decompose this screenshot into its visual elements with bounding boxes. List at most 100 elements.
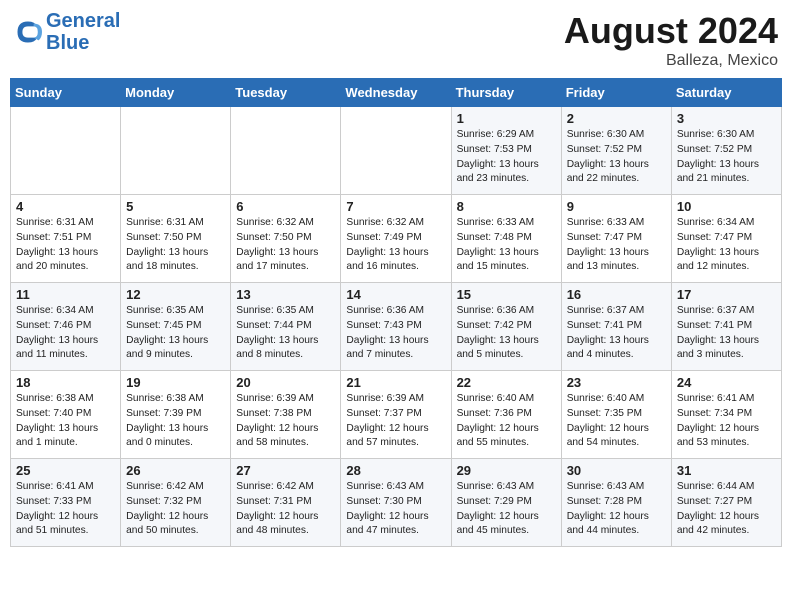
calendar-cell: 4Sunrise: 6:31 AM Sunset: 7:51 PM Daylig…: [11, 195, 121, 283]
week-row-2: 4Sunrise: 6:31 AM Sunset: 7:51 PM Daylig…: [11, 195, 782, 283]
header-cell-sunday: Sunday: [11, 79, 121, 107]
month-year-title: August 2024: [564, 10, 778, 52]
day-info: Sunrise: 6:37 AM Sunset: 7:41 PM Dayligh…: [567, 304, 666, 363]
day-number: 16: [567, 287, 666, 302]
day-info: Sunrise: 6:40 AM Sunset: 7:35 PM Dayligh…: [567, 392, 666, 451]
day-info: Sunrise: 6:30 AM Sunset: 7:52 PM Dayligh…: [677, 128, 776, 187]
day-info: Sunrise: 6:32 AM Sunset: 7:50 PM Dayligh…: [236, 216, 335, 275]
calendar-cell: 13 Sunrise: 6:35 AM Sunset: 7:44 PM Dayli…: [231, 283, 341, 371]
week-row-5: 25 Sunrise: 6:41 AM Sunset: 7:33 PM Dayli…: [11, 459, 782, 547]
calendar-cell: 11 Sunrise: 6:34 AM Sunset: 7:46 PM Dayli…: [11, 283, 121, 371]
calendar-cell: 29Sunrise: 6:43 AM Sunset: 7:29 PM Dayli…: [451, 459, 561, 547]
calendar-cell: 17 Sunrise: 6:37 AM Sunset: 7:41 PM Dayli…: [671, 283, 781, 371]
day-number: 3: [677, 111, 776, 126]
day-number: 17: [677, 287, 776, 302]
calendar-cell: 2 Sunrise: 6:30 AM Sunset: 7:52 PM Daylig…: [561, 107, 671, 195]
calendar-cell: 10Sunrise: 6:34 AM Sunset: 7:47 PM Dayli…: [671, 195, 781, 283]
calendar-cell: 22 Sunrise: 6:40 AM Sunset: 7:36 PM Dayli…: [451, 371, 561, 459]
calendar-cell: 6 Sunrise: 6:32 AM Sunset: 7:50 PM Daylig…: [231, 195, 341, 283]
week-row-3: 11 Sunrise: 6:34 AM Sunset: 7:46 PM Dayli…: [11, 283, 782, 371]
calendar-cell: 25 Sunrise: 6:41 AM Sunset: 7:33 PM Dayli…: [11, 459, 121, 547]
calendar-cell: 14Sunrise: 6:36 AM Sunset: 7:43 PM Dayli…: [341, 283, 451, 371]
calendar-cell: [341, 107, 451, 195]
day-info: Sunrise: 6:34 AM Sunset: 7:46 PM Dayligh…: [16, 304, 115, 363]
day-info: Sunrise: 6:32 AM Sunset: 7:49 PM Dayligh…: [346, 216, 445, 275]
day-number: 7: [346, 199, 445, 214]
header-row: SundayMondayTuesdayWednesdayThursdayFrid…: [11, 79, 782, 107]
week-row-4: 18Sunrise: 6:38 AM Sunset: 7:40 PM Dayli…: [11, 371, 782, 459]
calendar-cell: 12Sunrise: 6:35 AM Sunset: 7:45 PM Dayli…: [121, 283, 231, 371]
calendar-table: SundayMondayTuesdayWednesdayThursdayFrid…: [10, 78, 782, 547]
day-info: Sunrise: 6:43 AM Sunset: 7:29 PM Dayligh…: [457, 480, 556, 539]
calendar-cell: 3 Sunrise: 6:30 AM Sunset: 7:52 PM Daylig…: [671, 107, 781, 195]
calendar-cell: 8 Sunrise: 6:33 AM Sunset: 7:48 PM Daylig…: [451, 195, 561, 283]
day-number: 24: [677, 375, 776, 390]
day-number: 22: [457, 375, 556, 390]
day-info: Sunrise: 6:43 AM Sunset: 7:30 PM Dayligh…: [346, 480, 445, 539]
day-info: Sunrise: 6:42 AM Sunset: 7:31 PM Dayligh…: [236, 480, 335, 539]
day-info: Sunrise: 6:38 AM Sunset: 7:40 PM Dayligh…: [16, 392, 115, 451]
day-info: Sunrise: 6:39 AM Sunset: 7:38 PM Dayligh…: [236, 392, 335, 451]
header-cell-saturday: Saturday: [671, 79, 781, 107]
day-number: 19: [126, 375, 225, 390]
page-header: General Blue August 2024 Balleza, Mexico: [10, 10, 782, 70]
day-number: 28: [346, 463, 445, 478]
day-number: 6: [236, 199, 335, 214]
day-info: Sunrise: 6:37 AM Sunset: 7:41 PM Dayligh…: [677, 304, 776, 363]
location-subtitle: Balleza, Mexico: [564, 52, 778, 70]
calendar-cell: 5 Sunrise: 6:31 AM Sunset: 7:50 PM Daylig…: [121, 195, 231, 283]
header-cell-monday: Monday: [121, 79, 231, 107]
calendar-cell: 7 Sunrise: 6:32 AM Sunset: 7:49 PM Daylig…: [341, 195, 451, 283]
day-info: Sunrise: 6:35 AM Sunset: 7:44 PM Dayligh…: [236, 304, 335, 363]
header-cell-wednesday: Wednesday: [341, 79, 451, 107]
day-number: 27: [236, 463, 335, 478]
day-info: Sunrise: 6:42 AM Sunset: 7:32 PM Dayligh…: [126, 480, 225, 539]
day-info: Sunrise: 6:39 AM Sunset: 7:37 PM Dayligh…: [346, 392, 445, 451]
day-info: Sunrise: 6:40 AM Sunset: 7:36 PM Dayligh…: [457, 392, 556, 451]
calendar-cell: 19Sunrise: 6:38 AM Sunset: 7:39 PM Dayli…: [121, 371, 231, 459]
header-cell-friday: Friday: [561, 79, 671, 107]
day-number: 14: [346, 287, 445, 302]
logo-icon: [14, 18, 42, 46]
title-block: August 2024 Balleza, Mexico: [564, 10, 778, 70]
day-number: 12: [126, 287, 225, 302]
day-number: 9: [567, 199, 666, 214]
day-number: 8: [457, 199, 556, 214]
day-info: Sunrise: 6:43 AM Sunset: 7:28 PM Dayligh…: [567, 480, 666, 539]
day-info: Sunrise: 6:31 AM Sunset: 7:50 PM Dayligh…: [126, 216, 225, 275]
day-number: 21: [346, 375, 445, 390]
calendar-cell: 21 Sunrise: 6:39 AM Sunset: 7:37 PM Dayli…: [341, 371, 451, 459]
day-info: Sunrise: 6:41 AM Sunset: 7:33 PM Dayligh…: [16, 480, 115, 539]
day-info: Sunrise: 6:33 AM Sunset: 7:48 PM Dayligh…: [457, 216, 556, 275]
day-number: 23: [567, 375, 666, 390]
day-number: 2: [567, 111, 666, 126]
calendar-header: SundayMondayTuesdayWednesdayThursdayFrid…: [11, 79, 782, 107]
calendar-body: 1Sunrise: 6:29 AM Sunset: 7:53 PM Daylig…: [11, 107, 782, 547]
header-cell-thursday: Thursday: [451, 79, 561, 107]
calendar-cell: 9Sunrise: 6:33 AM Sunset: 7:47 PM Daylig…: [561, 195, 671, 283]
calendar-cell: 16 Sunrise: 6:37 AM Sunset: 7:41 PM Dayli…: [561, 283, 671, 371]
day-info: Sunrise: 6:30 AM Sunset: 7:52 PM Dayligh…: [567, 128, 666, 187]
calendar-cell: [231, 107, 341, 195]
logo-text: General Blue: [46, 10, 120, 54]
day-number: 15: [457, 287, 556, 302]
day-info: Sunrise: 6:41 AM Sunset: 7:34 PM Dayligh…: [677, 392, 776, 451]
calendar-cell: 20 Sunrise: 6:39 AM Sunset: 7:38 PM Dayli…: [231, 371, 341, 459]
day-number: 31: [677, 463, 776, 478]
week-row-1: 1Sunrise: 6:29 AM Sunset: 7:53 PM Daylig…: [11, 107, 782, 195]
day-number: 5: [126, 199, 225, 214]
calendar-cell: 27 Sunrise: 6:42 AM Sunset: 7:31 PM Dayli…: [231, 459, 341, 547]
calendar-cell: 24 Sunrise: 6:41 AM Sunset: 7:34 PM Dayli…: [671, 371, 781, 459]
calendar-cell: [121, 107, 231, 195]
day-number: 11: [16, 287, 115, 302]
day-number: 20: [236, 375, 335, 390]
logo: General Blue: [14, 10, 120, 54]
day-number: 26: [126, 463, 225, 478]
calendar-cell: 15Sunrise: 6:36 AM Sunset: 7:42 PM Dayli…: [451, 283, 561, 371]
calendar-cell: 31 Sunrise: 6:44 AM Sunset: 7:27 PM Dayli…: [671, 459, 781, 547]
day-number: 13: [236, 287, 335, 302]
day-number: 25: [16, 463, 115, 478]
day-info: Sunrise: 6:31 AM Sunset: 7:51 PM Dayligh…: [16, 216, 115, 275]
day-info: Sunrise: 6:44 AM Sunset: 7:27 PM Dayligh…: [677, 480, 776, 539]
calendar-cell: 28 Sunrise: 6:43 AM Sunset: 7:30 PM Dayli…: [341, 459, 451, 547]
